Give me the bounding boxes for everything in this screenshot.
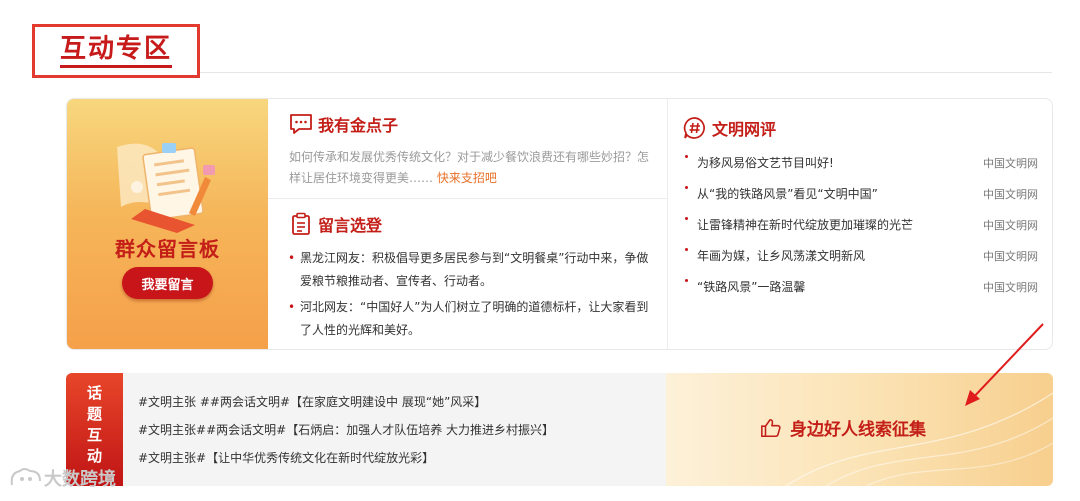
civ-review-list: 为移风易俗文艺节目叫好! 中国文明网 从“我的铁路风景”看见“文明中国” 中国文明网… bbox=[683, 147, 1038, 302]
message-board-title: 群众留言板 bbox=[115, 237, 220, 261]
watermark-text: 大数跨境 bbox=[44, 469, 116, 490]
topic-item[interactable]: #文明主张#【让中华优秀传统文化在新时代绽放光彩】 bbox=[138, 444, 666, 472]
gold-idea-header[interactable]: 我有金点子 bbox=[289, 112, 398, 136]
topic-tag-char: 动 bbox=[86, 447, 102, 465]
news-title[interactable]: 让雷锋精神在新时代绽放更加璀璨的光芒 bbox=[683, 216, 913, 233]
bullet-icon bbox=[685, 186, 688, 189]
interaction-card: 群众留言板 我要留言 我有金点子 如何传承和发展优秀传统文化？对于减少餐饮浪费还… bbox=[66, 98, 1053, 350]
banner-title: 身边好人线索征集 bbox=[790, 420, 926, 440]
topic-tag-char: 题 bbox=[86, 405, 102, 423]
list-item[interactable]: 河北网友：“中国好人”为人们树立了明确的道德标杆，让大家看到了人性的光辉和美好。 bbox=[286, 296, 656, 342]
news-source: 中国文明网 bbox=[983, 249, 1038, 263]
selected-messages-header[interactable]: 留言选登 bbox=[289, 212, 382, 236]
topic-interaction-strip: 话 题 互 动 #文明主张 ##两会话文明#【在家庭文明建设中 展现“她”风采】… bbox=[66, 373, 1053, 486]
message-board-illustration-icon bbox=[117, 143, 215, 233]
news-title[interactable]: 年画为媒，让乡风荡漾文明新风 bbox=[683, 247, 865, 264]
watermark: 大数跨境 bbox=[8, 465, 116, 491]
title-divider bbox=[200, 72, 1052, 73]
gold-idea-link[interactable]: 快来支招吧 bbox=[437, 171, 497, 185]
notepad-icon bbox=[292, 212, 310, 235]
message-board-panel: 群众留言板 我要留言 bbox=[67, 99, 268, 349]
list-item[interactable]: “铁路风景”一路温馨 中国文明网 bbox=[683, 271, 1038, 302]
news-title[interactable]: “铁路风景”一路温馨 bbox=[683, 278, 805, 295]
gold-idea-title: 我有金点子 bbox=[318, 116, 399, 135]
section-title-box: 互动专区 bbox=[32, 24, 200, 78]
chat-bubble-icon bbox=[290, 114, 312, 134]
topic-tag-char: 互 bbox=[86, 426, 102, 444]
news-title[interactable]: 从“我的铁路风景”看见“文明中国” bbox=[683, 185, 878, 202]
news-source: 中国文明网 bbox=[983, 187, 1038, 201]
news-source: 中国文明网 bbox=[983, 218, 1038, 232]
list-item[interactable]: 让雷锋精神在新时代绽放更加璀璨的光芒 中国文明网 bbox=[683, 209, 1038, 240]
banner-content: 身边好人线索征集 bbox=[760, 415, 926, 440]
gold-idea-text: 如何传承和发展优秀传统文化？对于减少餐饮浪费还有哪些妙招？怎样让居住环境变得更美… bbox=[289, 147, 649, 189]
hashtag-icon bbox=[683, 117, 705, 139]
topic-item[interactable]: #文明主张##两会话文明#【石炳启：加强人才队伍培养 大力推进乡村振兴】 bbox=[138, 416, 666, 444]
list-item[interactable]: 为移风易俗文艺节目叫好! 中国文明网 bbox=[683, 147, 1038, 178]
civ-review-header[interactable]: 文明网评 bbox=[683, 116, 776, 140]
news-source: 中国文明网 bbox=[983, 156, 1038, 170]
watermark-logo-icon bbox=[10, 468, 41, 486]
section-title: 互动专区 bbox=[59, 34, 172, 68]
selected-messages-list: 黑龙江网友：积极倡导更多居民参与到“文明餐桌”行动中来，争做爱粮节粮推动者、宣传… bbox=[286, 247, 656, 345]
column-divider bbox=[667, 99, 668, 349]
middle-divider bbox=[268, 198, 667, 199]
civ-review-title: 文明网评 bbox=[712, 120, 777, 139]
thumbs-up-icon bbox=[761, 418, 781, 437]
topic-list: #文明主张 ##两会话文明#【在家庭文明建设中 展现“她”风采】 #文明主张##… bbox=[123, 373, 666, 486]
news-source: 中国文明网 bbox=[983, 280, 1038, 294]
selected-messages-title: 留言选登 bbox=[318, 216, 383, 235]
bullet-icon bbox=[685, 248, 688, 251]
list-item[interactable]: 从“我的铁路风景”看见“文明中国” 中国文明网 bbox=[683, 178, 1038, 209]
list-item[interactable]: 年画为媒，让乡风荡漾文明新风 中国文明网 bbox=[683, 240, 1038, 271]
bullet-icon bbox=[685, 279, 688, 282]
topic-item[interactable]: #文明主张 ##两会话文明#【在家庭文明建设中 展现“她”风采】 bbox=[138, 388, 666, 416]
list-item[interactable]: 黑龙江网友：积极倡导更多居民参与到“文明餐桌”行动中来，争做爱粮节粮推动者、宣传… bbox=[286, 247, 656, 293]
news-title[interactable]: 为移风易俗文艺节目叫好! bbox=[683, 154, 834, 171]
topic-tag-char: 话 bbox=[86, 384, 102, 402]
bullet-icon bbox=[685, 155, 688, 158]
annotation-arrow-icon bbox=[965, 323, 1044, 406]
bullet-icon bbox=[685, 217, 688, 220]
leave-message-button[interactable]: 我要留言 bbox=[122, 267, 213, 299]
